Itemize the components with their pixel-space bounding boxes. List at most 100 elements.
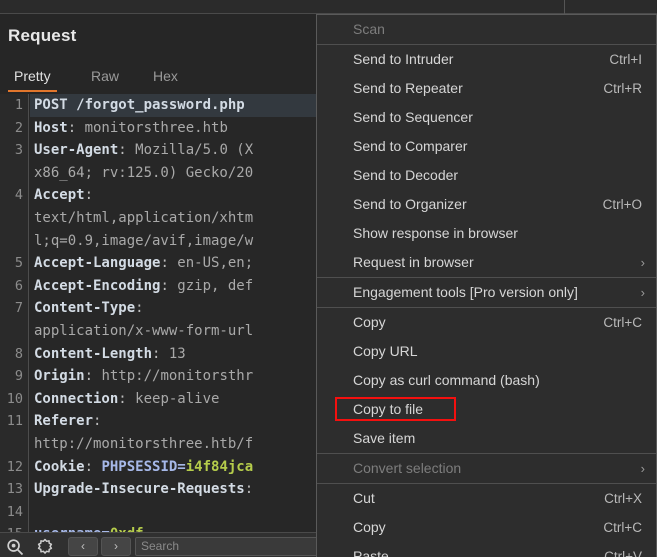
tab-raw[interactable]: Raw xyxy=(85,64,125,92)
code-token: : xyxy=(85,368,102,384)
menu-item[interactable]: Send to Decoder xyxy=(317,161,656,190)
chevron-right-icon: › xyxy=(641,248,645,277)
gutter-row: 11 xyxy=(0,410,28,433)
code-token: User-Agent xyxy=(34,142,118,158)
gutter-row: 5 xyxy=(0,252,28,275)
code-token: Cookie xyxy=(34,459,85,475)
code-token: gzip, def xyxy=(177,278,253,294)
app-root: Request Pretty Raw Hex 12345678910111213… xyxy=(0,0,657,557)
menu-item-shortcut: Ctrl+C xyxy=(603,308,642,337)
menu-item: Scan xyxy=(317,15,656,44)
tab-pretty[interactable]: Pretty xyxy=(8,64,57,92)
line-number: 11 xyxy=(0,410,23,433)
code-token: en-US,en; xyxy=(177,255,253,271)
code-token: PHPSESSID= xyxy=(101,459,185,475)
line-number: 8 xyxy=(0,343,23,366)
menu-item[interactable]: Show response in browser xyxy=(317,219,656,248)
gutter-row: 9 xyxy=(0,365,28,388)
line-number: 9 xyxy=(0,365,23,388)
menu-item-label: Convert selection xyxy=(353,460,461,476)
nav-back-button[interactable]: ‹ xyxy=(68,537,98,556)
code-token: Mozilla/5.0 (X xyxy=(135,142,253,158)
code-token: Content-Length xyxy=(34,346,152,362)
gutter-row: 7 xyxy=(0,297,28,320)
code-token: Accept xyxy=(34,187,85,203)
gutter-row xyxy=(0,320,28,343)
code-token: i4f84jca xyxy=(186,459,253,475)
menu-item[interactable]: CopyCtrl+C xyxy=(317,513,656,542)
context-menu[interactable]: ScanSend to IntruderCtrl+ISend to Repeat… xyxy=(316,14,657,557)
line-number: 14 xyxy=(0,501,23,524)
tab-hex[interactable]: Hex xyxy=(147,64,184,92)
code-token: : xyxy=(85,459,102,475)
menu-item[interactable]: PasteCtrl+V xyxy=(317,542,656,557)
code-token: text/html,application/xhtm xyxy=(34,210,253,226)
line-number-gutter: 123456789101112131415 xyxy=(0,94,29,546)
menu-item[interactable]: Save item xyxy=(317,424,656,453)
line-number: 6 xyxy=(0,275,23,298)
code-token: : xyxy=(118,142,135,158)
code-token: http://monitorsthr xyxy=(101,368,253,384)
code-token: : xyxy=(245,481,253,497)
page-title: Request xyxy=(8,26,76,46)
gutter-row: 14 xyxy=(0,501,28,524)
code-token: Referer xyxy=(34,413,93,429)
menu-item[interactable]: CutCtrl+X xyxy=(317,484,656,513)
gutter-row: 12 xyxy=(0,456,28,479)
menu-item-label: Engagement tools [Pro version only] xyxy=(353,284,578,300)
code-token: POST /forgot_password.php xyxy=(34,97,245,113)
code-token: : xyxy=(85,187,93,203)
code-token: : xyxy=(160,255,177,271)
line-number: 2 xyxy=(0,117,23,140)
menu-item[interactable]: Send to Sequencer xyxy=(317,103,656,132)
code-token: keep-alive xyxy=(135,391,219,407)
line-number: 3 xyxy=(0,139,23,162)
line-number: 1 xyxy=(0,94,23,117)
menu-item-label: Copy xyxy=(353,519,386,535)
menu-item-shortcut: Ctrl+X xyxy=(604,484,642,513)
menu-item[interactable]: Copy to file xyxy=(317,395,656,424)
chevron-right-icon: › xyxy=(641,454,645,483)
code-token: l;q=0.9,image/avif,image/w xyxy=(34,233,253,249)
search-icon[interactable] xyxy=(6,538,24,556)
menu-item[interactable]: Send to OrganizerCtrl+O xyxy=(317,190,656,219)
gutter-row: 1 xyxy=(0,94,28,117)
menu-item[interactable]: Copy Ctrl+C xyxy=(317,308,656,337)
line-number: 12 xyxy=(0,456,23,479)
line-number: 10 xyxy=(0,388,23,411)
top-strip xyxy=(0,0,657,14)
menu-item[interactable]: Engagement tools [Pro version only]› xyxy=(317,278,656,307)
code-token: : xyxy=(135,300,143,316)
line-number: 4 xyxy=(0,184,23,207)
code-token: monitorsthree.htb xyxy=(85,120,228,136)
menu-item[interactable]: Request in browser › xyxy=(317,248,656,277)
menu-item-label: Save item xyxy=(353,430,415,446)
code-token: : xyxy=(160,278,177,294)
menu-item[interactable]: Send to IntruderCtrl+I xyxy=(317,45,656,74)
search-input[interactable]: Search xyxy=(135,537,330,556)
menu-item[interactable]: Copy as curl command (bash) xyxy=(317,366,656,395)
code-token: : xyxy=(68,120,85,136)
gutter-row: 8 xyxy=(0,343,28,366)
menu-item-label: Paste xyxy=(353,548,389,557)
code-token: Host xyxy=(34,120,68,136)
gear-icon[interactable] xyxy=(36,538,54,556)
menu-item-label: Copy xyxy=(353,314,386,330)
menu-item-label: Send to Repeater xyxy=(353,80,463,96)
menu-item[interactable]: Send to RepeaterCtrl+R xyxy=(317,74,656,103)
menu-item-label: Copy as curl command (bash) xyxy=(353,372,540,388)
menu-item[interactable]: Send to Comparer xyxy=(317,132,656,161)
code-token: Accept-Language xyxy=(34,255,160,271)
menu-item-label: Request in browser xyxy=(353,254,474,270)
gutter-row xyxy=(0,162,28,185)
gutter-row xyxy=(0,230,28,253)
code-token: : xyxy=(152,346,169,362)
nav-forward-button[interactable]: › xyxy=(101,537,131,556)
top-panel-divider xyxy=(564,0,565,14)
menu-item-label: Copy URL xyxy=(353,343,418,359)
menu-item[interactable]: Copy URL xyxy=(317,337,656,366)
gutter-row: 10 xyxy=(0,388,28,411)
menu-item-label: Send to Decoder xyxy=(353,167,458,183)
menu-item-label: Send to Comparer xyxy=(353,138,467,154)
code-token: Origin xyxy=(34,368,85,384)
